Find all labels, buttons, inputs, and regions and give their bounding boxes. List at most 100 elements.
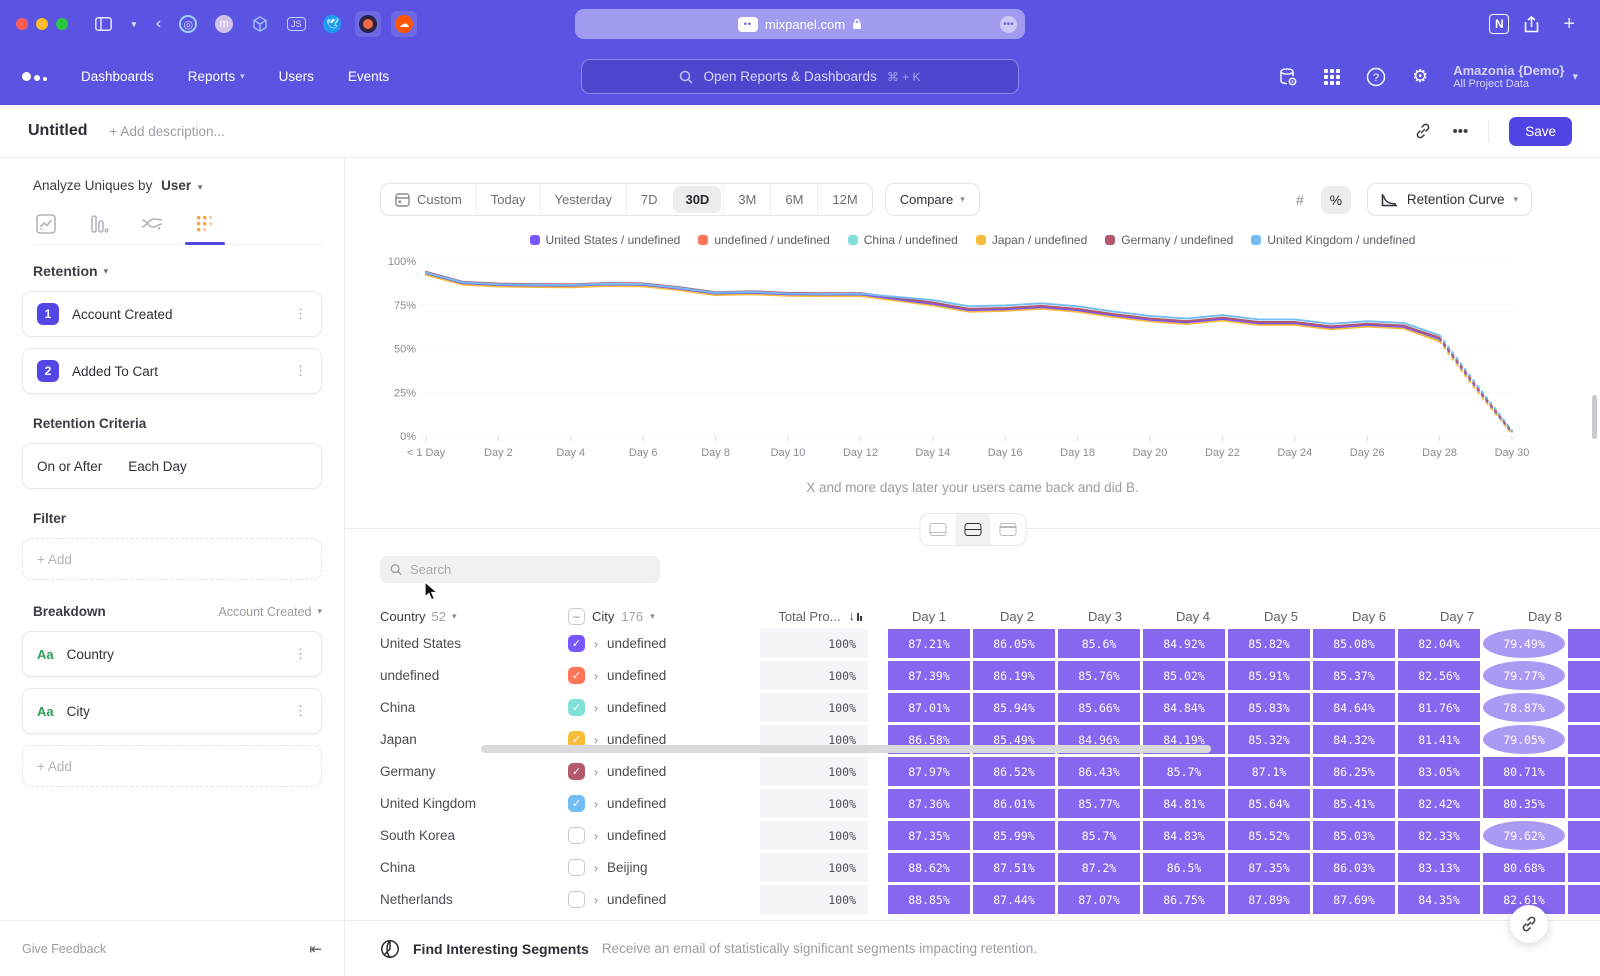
tab-retention[interactable] <box>192 213 218 235</box>
retention-cell[interactable]: 85.94% <box>973 693 1055 722</box>
retention-cell[interactable]: 84.35% <box>1398 885 1480 914</box>
segments-title[interactable]: Find Interesting Segments <box>413 941 589 957</box>
legend-item[interactable]: United States / undefined <box>530 233 681 247</box>
expand-row-icon[interactable]: › <box>594 893 598 907</box>
date-range-custom[interactable]: Custom <box>381 184 476 215</box>
retention-cell[interactable]: 86.19% <box>973 661 1055 690</box>
nav-events[interactable]: Events <box>348 69 389 84</box>
retention-cell[interactable]: 86.01% <box>973 789 1055 818</box>
select-all-checkbox[interactable]: – <box>568 608 585 625</box>
country-column-header[interactable]: Country 52 ▾ <box>380 609 568 624</box>
address-more-icon[interactable]: ••• <box>1000 16 1017 33</box>
day-column-header[interactable]: Day 4 <box>1152 609 1234 624</box>
retention-cell[interactable]: 85.76% <box>1058 661 1140 690</box>
retention-cell[interactable]: 87.51% <box>973 853 1055 882</box>
retention-cell-partial[interactable] <box>1568 789 1600 818</box>
window-controls[interactable] <box>16 18 68 30</box>
day-column-header[interactable]: Day 5 <box>1240 609 1322 624</box>
layout-table-large-button[interactable] <box>990 514 1025 545</box>
retention-cell[interactable]: 85.6% <box>1058 629 1140 658</box>
chart-type-dropdown[interactable]: Retention Curve ▾ <box>1367 183 1532 216</box>
share-link-fab[interactable] <box>1510 905 1548 943</box>
percent-toggle[interactable]: % <box>1321 186 1351 214</box>
save-button[interactable]: Save <box>1509 117 1572 146</box>
table-row[interactable]: Netherlands›undefined100%88.85%87.44%87.… <box>380 885 1600 914</box>
retention-cell[interactable]: 87.1% <box>1228 757 1310 786</box>
notion-extension-icon[interactable]: N <box>1489 14 1509 34</box>
date-range-30d[interactable]: 30D <box>673 186 721 213</box>
kebab-menu-icon[interactable]: ⋮ <box>294 363 307 379</box>
day-column-header[interactable]: Day 8 <box>1504 609 1586 624</box>
retention-cell[interactable]: 83.05% <box>1398 757 1480 786</box>
legend-item[interactable]: Germany / undefined <box>1105 233 1233 247</box>
legend-item[interactable]: Japan / undefined <box>976 233 1087 247</box>
analyze-uniques-row[interactable]: Analyze Uniques by User ▾ <box>33 178 322 193</box>
retention-cell[interactable]: 79.05% <box>1483 725 1565 754</box>
table-row[interactable]: China›Beijing100%88.62%87.51%87.2%86.5%8… <box>380 853 1600 882</box>
retention-cell-partial[interactable] <box>1568 693 1600 722</box>
row-checkbox[interactable]: ✓ <box>568 699 585 716</box>
retention-chart[interactable]: 0%25%50%75%100%< 1 DayDay 2Day 4Day 6Day… <box>380 253 1600 472</box>
table-row[interactable]: undefined✓›undefined100%87.39%86.19%85.7… <box>380 661 1600 690</box>
retention-cell[interactable]: 87.35% <box>888 821 970 850</box>
minimize-window-button[interactable] <box>36 18 48 30</box>
retention-cell-partial[interactable] <box>1568 757 1600 786</box>
retention-cell[interactable]: 85.7% <box>1058 821 1140 850</box>
retention-cell[interactable]: 78.87% <box>1483 693 1565 722</box>
date-range-12m[interactable]: 12M <box>817 184 871 215</box>
retention-cell[interactable]: 84.83% <box>1143 821 1225 850</box>
breakdown-card-city[interactable]: Aa City ⋮ <box>22 688 322 734</box>
retention-cell[interactable]: 86.25% <box>1313 757 1395 786</box>
retention-cell[interactable]: 82.42% <box>1398 789 1480 818</box>
retention-cell[interactable]: 79.77% <box>1483 661 1565 690</box>
table-row[interactable]: United States✓›undefined100%87.21%86.05%… <box>380 629 1600 658</box>
retention-cell[interactable]: 84.92% <box>1143 629 1225 658</box>
tab-insights[interactable] <box>33 213 59 235</box>
day-column-header[interactable]: Day 7 <box>1416 609 1498 624</box>
retention-cell-partial[interactable] <box>1568 629 1600 658</box>
extension-soundcloud-icon[interactable]: ☁ <box>391 11 417 37</box>
retention-cell[interactable]: 85.91% <box>1228 661 1310 690</box>
extension-m-icon[interactable]: m <box>211 11 237 37</box>
row-checkbox[interactable] <box>568 891 585 908</box>
nav-dashboards[interactable]: Dashboards <box>81 69 154 84</box>
legend-item[interactable]: United Kingdom / undefined <box>1251 233 1415 247</box>
retention-cell[interactable]: 86.75% <box>1143 885 1225 914</box>
global-search[interactable]: Open Reports & Dashboards ⌘ + K <box>581 59 1019 94</box>
apps-grid-icon[interactable] <box>1321 66 1343 88</box>
breakdown-add-button[interactable]: + Add <box>22 745 322 787</box>
total-column-header[interactable]: Total Pro... ↓ <box>760 609 868 624</box>
give-feedback-link[interactable]: Give Feedback <box>22 942 106 956</box>
retention-cell[interactable]: 87.35% <box>1228 853 1310 882</box>
date-range-today[interactable]: Today <box>476 184 540 215</box>
expand-row-icon[interactable]: › <box>594 829 598 843</box>
retention-cell[interactable]: 84.81% <box>1143 789 1225 818</box>
retention-cell[interactable]: 85.03% <box>1313 821 1395 850</box>
retention-cell[interactable]: 87.21% <box>888 629 970 658</box>
retention-cell-partial[interactable] <box>1568 853 1600 882</box>
kebab-menu-icon[interactable]: ⋮ <box>294 703 307 719</box>
retention-cell[interactable]: 85.52% <box>1228 821 1310 850</box>
retention-cell[interactable]: 81.41% <box>1398 725 1480 754</box>
day-column-header[interactable]: Day 2 <box>976 609 1058 624</box>
retention-cell[interactable]: 87.07% <box>1058 885 1140 914</box>
copy-link-icon[interactable] <box>1414 122 1432 140</box>
retention-cell[interactable]: 87.36% <box>888 789 970 818</box>
retention-cell[interactable]: 85.82% <box>1228 629 1310 658</box>
retention-cell[interactable]: 85.83% <box>1228 693 1310 722</box>
tab-overview-chevron-icon[interactable]: ▼ <box>130 20 138 29</box>
table-search[interactable] <box>380 556 660 583</box>
extension-loop-icon[interactable]: ◎ <box>175 11 201 37</box>
zoom-window-button[interactable] <box>56 18 68 30</box>
extension-bird-icon[interactable]: 🕊 <box>319 11 345 37</box>
mixpanel-logo-icon[interactable] <box>22 72 47 81</box>
back-icon[interactable]: ‹ <box>156 15 161 33</box>
row-checkbox[interactable]: ✓ <box>568 763 585 780</box>
project-selector[interactable]: Amazonia {Demo} All Project Data ▾ <box>1453 63 1578 90</box>
extension-loom-icon[interactable] <box>355 11 381 37</box>
retention-cell[interactable]: 85.77% <box>1058 789 1140 818</box>
table-row[interactable]: United Kingdom✓›undefined100%87.36%86.01… <box>380 789 1600 818</box>
legend-item[interactable]: undefined / undefined <box>698 233 829 247</box>
retention-cell[interactable]: 86.43% <box>1058 757 1140 786</box>
retention-cell[interactable]: 85.7% <box>1143 757 1225 786</box>
